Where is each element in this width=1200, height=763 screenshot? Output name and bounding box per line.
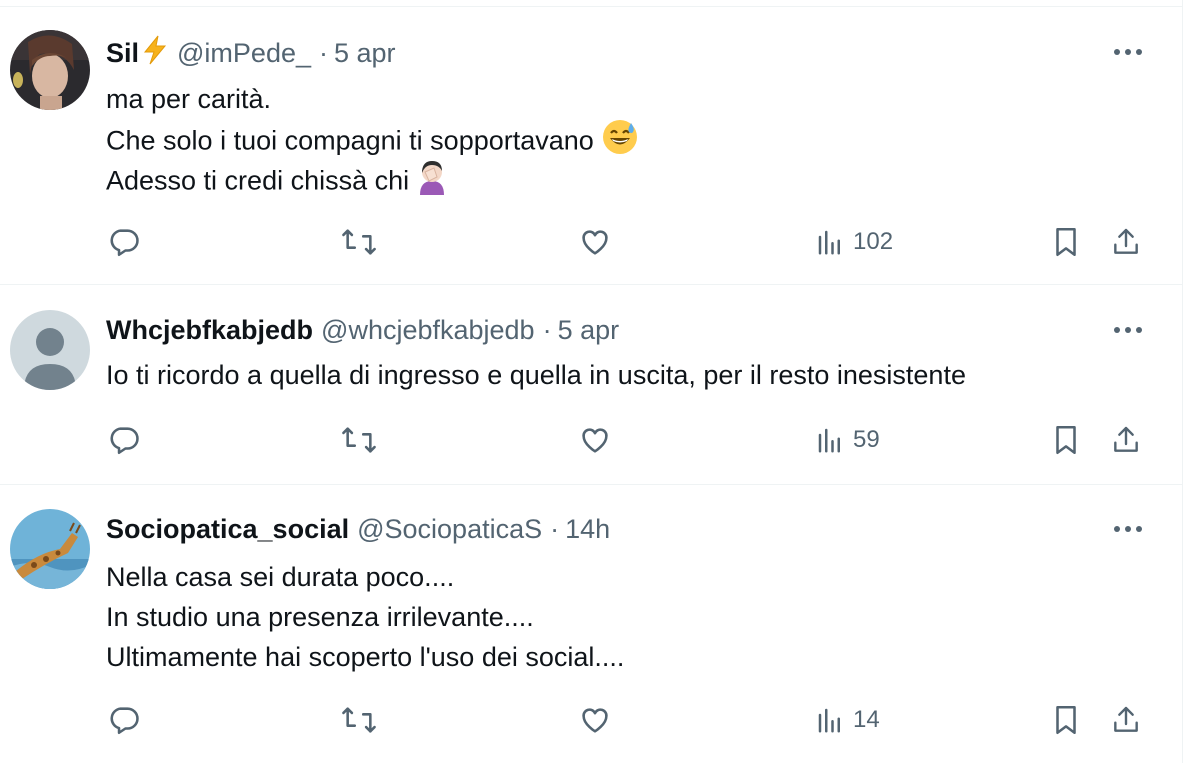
tweet-line: Che solo i tuoi compagni ti sopportavano <box>106 125 594 156</box>
bookmark-button[interactable] <box>1051 420 1081 460</box>
share-button[interactable] <box>1110 420 1142 460</box>
tweet-line: Nella casa sei durata poco.... <box>106 562 455 592</box>
author-handle[interactable]: @whcjebfkabjedb <box>321 315 535 346</box>
like-button[interactable] <box>578 222 612 262</box>
views-icon <box>818 708 840 733</box>
avatar-sil[interactable] <box>10 30 90 110</box>
bookmark-icon <box>1056 227 1076 257</box>
reply-button[interactable] <box>107 700 141 740</box>
more-icon[interactable] <box>1108 37 1148 67</box>
timestamp[interactable]: 5 apr <box>558 315 620 346</box>
tweet-text: Nella casa sei durata poco.... In studio… <box>106 557 624 677</box>
retweet-icon <box>342 707 376 733</box>
scroll-edge <box>1182 0 1200 763</box>
views-button[interactable]: 102 <box>815 222 893 262</box>
tweet-line: Adesso ti credi chissà chi <box>106 165 410 196</box>
views-count: 14 <box>853 706 880 733</box>
tweet-line: Ultimamente hai scoperto l'uso dei socia… <box>106 642 625 672</box>
reply-icon <box>110 427 139 455</box>
views-icon <box>818 230 840 255</box>
like-icon <box>582 230 608 255</box>
tweet-1[interactable]: Sil @imPede_ · 5 apr ma per carità. Che … <box>0 7 1182 285</box>
author-handle[interactable]: @SociopaticaS <box>357 514 542 545</box>
bookmark-icon <box>1056 425 1076 455</box>
avatar-default[interactable] <box>10 310 90 390</box>
retweet-icon <box>342 427 376 453</box>
share-icon <box>1114 426 1138 452</box>
author-name[interactable]: Sil <box>106 38 139 69</box>
share-icon <box>1114 228 1138 254</box>
facepalm-emoji <box>417 159 447 206</box>
tweet-line: In studio una presenza irrilevante.... <box>106 602 534 632</box>
tweet-2[interactable]: Whcjebfkabjedb @whcjebfkabjedb · 5 apr I… <box>0 285 1182 485</box>
separator-dot: · <box>550 513 560 544</box>
views-button[interactable]: 59 <box>815 420 880 460</box>
timestamp[interactable]: 5 apr <box>334 38 396 69</box>
lightning-emoji <box>141 35 169 72</box>
bookmark-button[interactable] <box>1051 222 1081 262</box>
tweet-line: ma per carità. <box>106 84 272 114</box>
bookmark-icon <box>1056 705 1076 735</box>
views-icon <box>818 428 840 453</box>
like-button[interactable] <box>578 420 612 460</box>
retweet-button[interactable] <box>340 222 378 262</box>
separator-dot: · <box>542 314 552 345</box>
views-button[interactable]: 14 <box>815 700 880 740</box>
views-count: 59 <box>853 426 880 453</box>
tweet-feed: Sil @imPede_ · 5 apr ma per carità. Che … <box>0 0 1182 763</box>
reply-icon <box>110 229 139 257</box>
like-icon <box>582 428 608 453</box>
tweet-actions: 14 <box>0 700 1182 740</box>
author-handle[interactable]: @imPede_ <box>177 38 311 69</box>
separator-dot: · <box>319 37 328 68</box>
reply-button[interactable] <box>107 222 141 262</box>
retweet-icon <box>342 229 376 255</box>
retweet-button[interactable] <box>340 700 378 740</box>
more-icon[interactable] <box>1108 514 1148 544</box>
avatar-sociopatica[interactable] <box>10 509 90 589</box>
author-name[interactable]: Sociopatica_social <box>106 514 349 545</box>
share-icon <box>1114 706 1138 732</box>
tweet-text: Io ti ricordo a quella di ingresso e que… <box>106 355 966 395</box>
views-count: 102 <box>853 228 894 255</box>
share-button[interactable] <box>1110 700 1142 740</box>
like-button[interactable] <box>578 700 612 740</box>
reply-button[interactable] <box>107 420 141 460</box>
retweet-button[interactable] <box>340 420 378 460</box>
tweet-line: Io ti ricordo a quella di ingresso e que… <box>106 360 966 390</box>
author-name[interactable]: Whcjebfkabjedb <box>106 315 313 346</box>
tweet-actions: 102 <box>0 222 1182 262</box>
sweat-smile-emoji <box>602 119 638 166</box>
like-icon <box>582 708 608 733</box>
tweet-3[interactable]: Sociopatica_social @SociopaticaS · 14h N… <box>0 485 1182 763</box>
more-icon[interactable] <box>1108 315 1148 345</box>
bookmark-button[interactable] <box>1051 700 1081 740</box>
tweet-text: ma per carità. Che solo i tuoi compagni … <box>106 79 638 199</box>
share-button[interactable] <box>1110 222 1142 262</box>
timestamp[interactable]: 14h <box>565 514 610 545</box>
tweet-actions: 59 <box>0 420 1182 460</box>
reply-icon <box>110 707 139 735</box>
